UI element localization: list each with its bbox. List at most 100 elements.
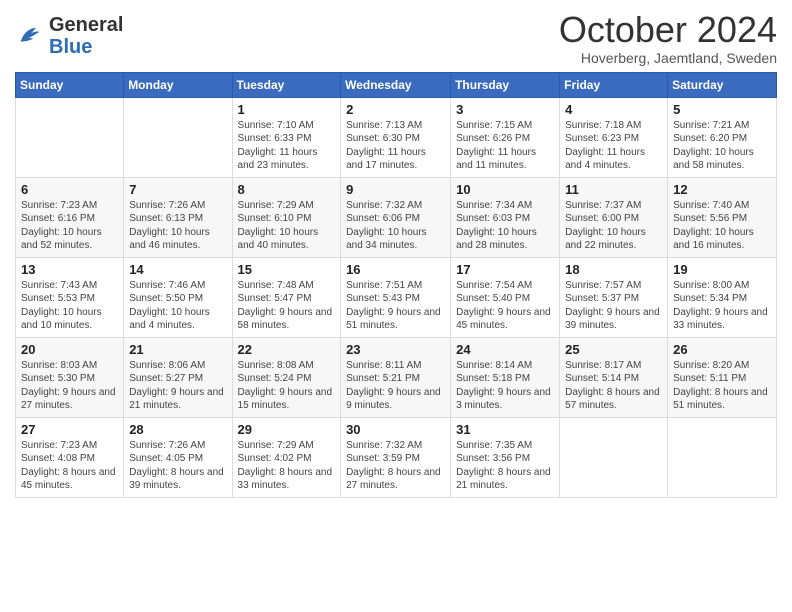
table-row (560, 417, 668, 497)
table-row: 6 Sunrise: 7:23 AM Sunset: 6:16 PM Daylig… (16, 177, 124, 257)
day-number: 22 (238, 342, 336, 357)
day-number: 21 (129, 342, 226, 357)
day-info: Sunrise: 7:15 AM Sunset: 6:26 PM Dayligh… (456, 119, 554, 173)
title-area: October 2024 Hoverberg, Jaemtland, Swede… (559, 10, 777, 66)
day-number: 31 (456, 422, 554, 437)
table-row: 28 Sunrise: 7:26 AM Sunset: 4:05 PM Dayli… (124, 417, 232, 497)
day-number: 8 (238, 182, 336, 197)
col-tuesday: Tuesday (232, 72, 341, 97)
day-info: Sunrise: 7:37 AM Sunset: 6:00 PM Dayligh… (565, 199, 662, 253)
day-info: Sunrise: 7:54 AM Sunset: 5:40 PM Dayligh… (456, 279, 554, 333)
calendar-week-row: 1 Sunrise: 7:10 AM Sunset: 6:33 PM Daylig… (16, 97, 777, 177)
calendar-header-row: Sunday Monday Tuesday Wednesday Thursday… (16, 72, 777, 97)
calendar-week-row: 20Sunrise: 8:03 AM Sunset: 5:30 PM Dayli… (16, 337, 777, 417)
day-number: 10 (456, 182, 554, 197)
calendar-table: Sunday Monday Tuesday Wednesday Thursday… (15, 72, 777, 498)
day-number: 5 (673, 102, 771, 117)
day-info: Sunrise: 7:32 AM Sunset: 6:06 PM Dayligh… (346, 199, 445, 253)
col-wednesday: Wednesday (341, 72, 451, 97)
day-info: Sunrise: 8:17 AM Sunset: 5:14 PM Dayligh… (565, 359, 662, 413)
day-info: Sunrise: 7:35 AM Sunset: 3:56 PM Dayligh… (456, 439, 554, 493)
table-row: 22 Sunrise: 8:08 AM Sunset: 5:24 PM Dayli… (232, 337, 341, 417)
day-info: Sunrise: 7:46 AM Sunset: 5:50 PM Dayligh… (129, 279, 226, 333)
table-row: 29Sunrise: 7:29 AM Sunset: 4:02 PM Dayli… (232, 417, 341, 497)
location-subtitle: Hoverberg, Jaemtland, Sweden (559, 50, 777, 66)
col-monday: Monday (124, 72, 232, 97)
table-row: 2Sunrise: 7:13 AM Sunset: 6:30 PM Daylig… (341, 97, 451, 177)
col-friday: Friday (560, 72, 668, 97)
day-number: 27 (21, 422, 118, 437)
logo-text: General Blue (49, 14, 123, 58)
table-row: 12Sunrise: 7:40 AM Sunset: 5:56 PM Dayli… (668, 177, 777, 257)
table-row: 11 Sunrise: 7:37 AM Sunset: 6:00 PM Dayli… (560, 177, 668, 257)
table-row: 20Sunrise: 8:03 AM Sunset: 5:30 PM Dayli… (16, 337, 124, 417)
day-info: Sunrise: 7:23 AM Sunset: 6:16 PM Dayligh… (21, 199, 118, 253)
day-info: Sunrise: 7:18 AM Sunset: 6:23 PM Dayligh… (565, 119, 662, 173)
day-number: 30 (346, 422, 445, 437)
day-number: 15 (238, 262, 336, 277)
day-info: Sunrise: 8:20 AM Sunset: 5:11 PM Dayligh… (673, 359, 771, 413)
table-row: 4Sunrise: 7:18 AM Sunset: 6:23 PM Daylig… (560, 97, 668, 177)
day-number: 23 (346, 342, 445, 357)
table-row: 30Sunrise: 7:32 AM Sunset: 3:59 PM Dayli… (341, 417, 451, 497)
day-info: Sunrise: 7:34 AM Sunset: 6:03 PM Dayligh… (456, 199, 554, 253)
day-info: Sunrise: 7:10 AM Sunset: 6:33 PM Dayligh… (238, 119, 336, 173)
header: General Blue October 2024 Hoverberg, Jae… (15, 10, 777, 66)
month-title: October 2024 (559, 10, 777, 50)
table-row: 16 Sunrise: 7:51 AM Sunset: 5:43 PM Dayli… (341, 257, 451, 337)
day-number: 17 (456, 262, 554, 277)
table-row: 7Sunrise: 7:26 AM Sunset: 6:13 PM Daylig… (124, 177, 232, 257)
table-row: 5 Sunrise: 7:21 AM Sunset: 6:20 PM Daylig… (668, 97, 777, 177)
day-info: Sunrise: 8:14 AM Sunset: 5:18 PM Dayligh… (456, 359, 554, 413)
col-thursday: Thursday (451, 72, 560, 97)
day-number: 7 (129, 182, 226, 197)
day-number: 9 (346, 182, 445, 197)
table-row: 10 Sunrise: 7:34 AM Sunset: 6:03 PM Dayli… (451, 177, 560, 257)
day-info: Sunrise: 7:43 AM Sunset: 5:53 PM Dayligh… (21, 279, 118, 333)
day-info: Sunrise: 7:57 AM Sunset: 5:37 PM Dayligh… (565, 279, 662, 333)
day-info: Sunrise: 7:48 AM Sunset: 5:47 PM Dayligh… (238, 279, 336, 333)
logo-blue: Blue (49, 36, 92, 58)
day-number: 26 (673, 342, 771, 357)
day-number: 3 (456, 102, 554, 117)
table-row: 1 Sunrise: 7:10 AM Sunset: 6:33 PM Daylig… (232, 97, 341, 177)
table-row: 13 Sunrise: 7:43 AM Sunset: 5:53 PM Dayli… (16, 257, 124, 337)
day-number: 18 (565, 262, 662, 277)
day-info: Sunrise: 7:21 AM Sunset: 6:20 PM Dayligh… (673, 119, 771, 173)
day-info: Sunrise: 8:08 AM Sunset: 5:24 PM Dayligh… (238, 359, 336, 413)
table-row (16, 97, 124, 177)
day-number: 16 (346, 262, 445, 277)
day-info: Sunrise: 7:29 AM Sunset: 6:10 PM Dayligh… (238, 199, 336, 253)
table-row: 17 Sunrise: 7:54 AM Sunset: 5:40 PM Dayli… (451, 257, 560, 337)
day-number: 13 (21, 262, 118, 277)
day-number: 11 (565, 182, 662, 197)
table-row: 27Sunrise: 7:23 AM Sunset: 4:08 PM Dayli… (16, 417, 124, 497)
table-row: 25Sunrise: 8:17 AM Sunset: 5:14 PM Dayli… (560, 337, 668, 417)
day-info: Sunrise: 8:03 AM Sunset: 5:30 PM Dayligh… (21, 359, 118, 413)
calendar-week-row: 6 Sunrise: 7:23 AM Sunset: 6:16 PM Daylig… (16, 177, 777, 257)
table-row: 23Sunrise: 8:11 AM Sunset: 5:21 PM Dayli… (341, 337, 451, 417)
table-row: 3 Sunrise: 7:15 AM Sunset: 6:26 PM Daylig… (451, 97, 560, 177)
table-row: 19 Sunrise: 8:00 AM Sunset: 5:34 PM Dayli… (668, 257, 777, 337)
table-row (668, 417, 777, 497)
day-number: 24 (456, 342, 554, 357)
logo-area: General Blue (15, 10, 123, 58)
day-number: 19 (673, 262, 771, 277)
day-info: Sunrise: 7:29 AM Sunset: 4:02 PM Dayligh… (238, 439, 336, 493)
day-info: Sunrise: 7:13 AM Sunset: 6:30 PM Dayligh… (346, 119, 445, 173)
calendar-week-row: 27Sunrise: 7:23 AM Sunset: 4:08 PM Dayli… (16, 417, 777, 497)
day-number: 1 (238, 102, 336, 117)
day-number: 28 (129, 422, 226, 437)
table-row: 14 Sunrise: 7:46 AM Sunset: 5:50 PM Dayli… (124, 257, 232, 337)
logo-bird-icon (15, 22, 43, 50)
day-number: 6 (21, 182, 118, 197)
table-row: 18 Sunrise: 7:57 AM Sunset: 5:37 PM Dayli… (560, 257, 668, 337)
col-sunday: Sunday (16, 72, 124, 97)
col-saturday: Saturday (668, 72, 777, 97)
day-info: Sunrise: 7:26 AM Sunset: 4:05 PM Dayligh… (129, 439, 226, 493)
calendar-page: General Blue October 2024 Hoverberg, Jae… (0, 0, 792, 508)
table-row: 26 Sunrise: 8:20 AM Sunset: 5:11 PM Dayli… (668, 337, 777, 417)
day-info: Sunrise: 8:00 AM Sunset: 5:34 PM Dayligh… (673, 279, 771, 333)
day-info: Sunrise: 7:51 AM Sunset: 5:43 PM Dayligh… (346, 279, 445, 333)
day-number: 14 (129, 262, 226, 277)
